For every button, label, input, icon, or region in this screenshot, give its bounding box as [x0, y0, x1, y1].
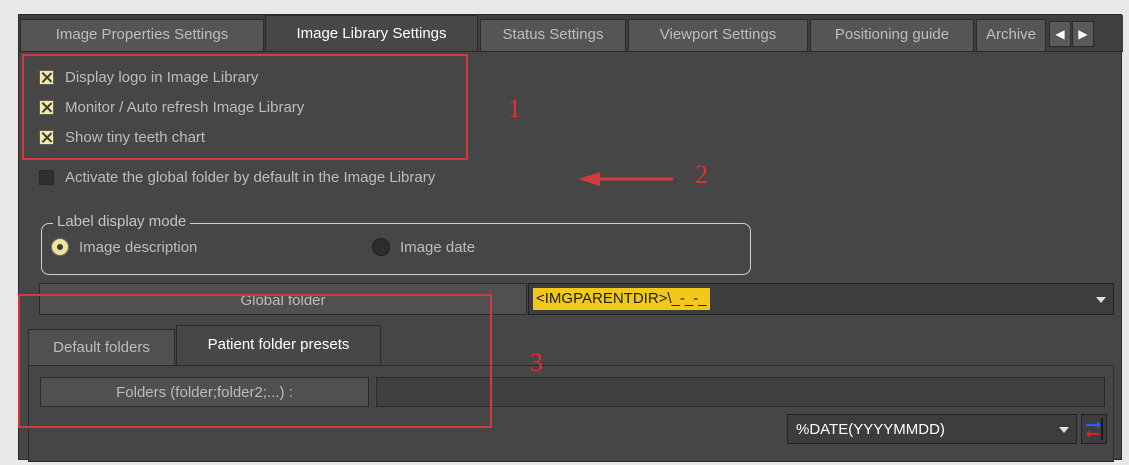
- chevron-down-icon[interactable]: [1059, 427, 1069, 433]
- swap-arrows-icon[interactable]: [1081, 414, 1107, 444]
- label-display-mode-group: Label display mode Image description Ima…: [41, 213, 751, 275]
- annotation-box-3: [18, 294, 492, 428]
- date-pattern-value: %DATE(YYYYMMDD): [796, 421, 945, 438]
- tab-viewport-settings[interactable]: Viewport Settings: [628, 19, 808, 51]
- option-activate-global-folder[interactable]: Activate the global folder by default in…: [39, 164, 435, 190]
- arrow-left-icon[interactable]: ◀: [1049, 21, 1071, 47]
- radio-image-date[interactable]: Image date: [372, 238, 475, 256]
- tab-archive[interactable]: Archive: [976, 19, 1046, 51]
- radio-label: Image description: [79, 238, 198, 256]
- group-title: Label display mode: [53, 213, 191, 231]
- annotation-number-1: 1: [508, 94, 521, 123]
- tab-positioning-guide[interactable]: Positioning guide: [810, 19, 974, 51]
- tab-status-settings[interactable]: Status Settings: [480, 19, 626, 51]
- annotation-number-2: 2: [695, 160, 708, 189]
- global-folder-combo[interactable]: <IMGPARENTDIR>\_-_-_: [528, 283, 1114, 315]
- global-folder-value[interactable]: <IMGPARENTDIR>\_-_-_: [533, 288, 710, 310]
- settings-tabbar: Image Properties Settings Image Library …: [19, 15, 1123, 52]
- radio-label: Image date: [400, 238, 476, 256]
- option-label: Activate the global folder by default in…: [65, 168, 436, 186]
- annotation-number-3: 3: [530, 348, 543, 377]
- radio-selected-icon[interactable]: [51, 238, 69, 256]
- checkbox-unchecked-icon[interactable]: [39, 169, 54, 185]
- tab-image-library-settings[interactable]: Image Library Settings: [265, 15, 478, 52]
- date-pattern-combo[interactable]: %DATE(YYYYMMDD): [787, 414, 1077, 444]
- annotation-box-1: [22, 54, 468, 160]
- radio-unselected-icon[interactable]: [372, 238, 390, 256]
- arrow-right-icon[interactable]: ▶: [1072, 21, 1094, 47]
- radio-image-description[interactable]: Image description: [51, 238, 197, 256]
- annotation-arrow: [578, 172, 673, 186]
- chevron-down-icon[interactable]: [1096, 297, 1106, 303]
- tab-image-properties-settings[interactable]: Image Properties Settings: [20, 19, 264, 51]
